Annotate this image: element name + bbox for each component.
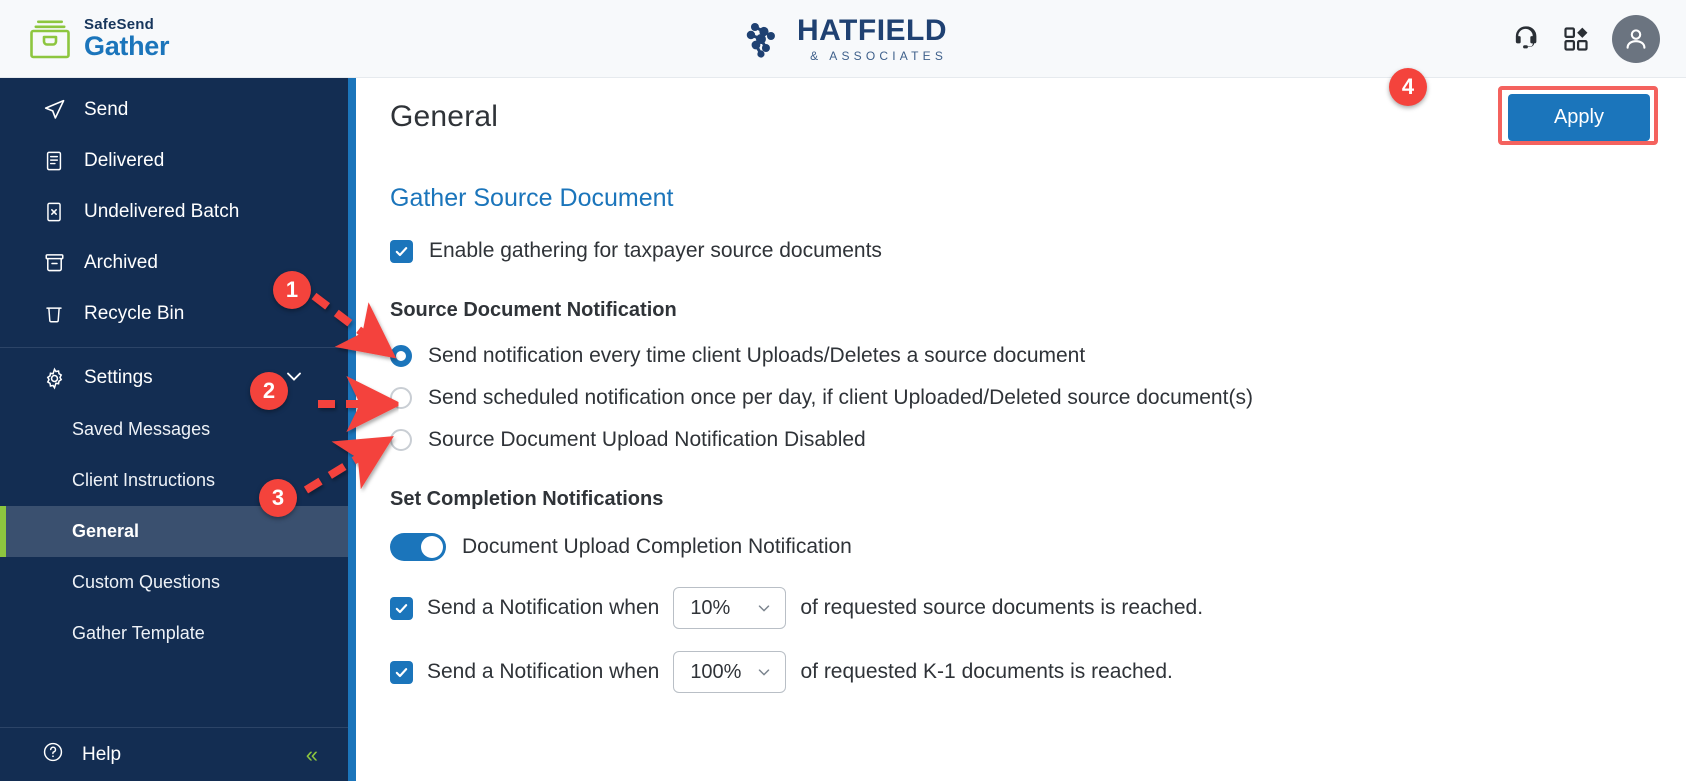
page-title: General <box>390 100 499 133</box>
sidebar-settings-label: Settings <box>84 367 153 388</box>
document-icon <box>42 150 66 172</box>
k1-documents-rule-checkbox[interactable] <box>390 660 413 684</box>
sidebar-item-label: Send <box>84 98 129 120</box>
radio-scheduled[interactable] <box>390 387 412 409</box>
chevron-down-icon <box>755 663 773 681</box>
sidebar-item-label: Delivered <box>84 149 165 171</box>
app-root: SafeSend Gather HATFIELD & ASSOCIATES Se… <box>0 0 1686 781</box>
notification-rule-source-documents: Send a Notification when 10% of requeste… <box>390 587 1646 629</box>
user-avatar[interactable] <box>1612 14 1660 63</box>
sidebar-item-label: Undelivered Batch <box>84 200 240 222</box>
source-documents-rule-checkbox[interactable] <box>390 596 413 620</box>
paper-plane-icon <box>42 98 66 121</box>
logo-line-safesend: SafeSend <box>84 16 154 33</box>
sidebar-item-saved-messages[interactable]: Saved Messages <box>0 404 348 455</box>
safesend-gather-logo[interactable]: SafeSend Gather <box>0 16 170 61</box>
k1-documents-rule-prefix: Send a Notification when <box>427 660 660 683</box>
radio-every-time[interactable] <box>390 345 412 367</box>
general-settings-panel: General Apply Gather Source Document Ena… <box>348 78 1686 781</box>
company-subtitle: & ASSOCIATES <box>810 48 948 63</box>
sidebar-item-settings[interactable]: Settings <box>0 352 348 404</box>
document-upload-completion-label: Document Upload Completion Notification <box>462 535 852 558</box>
gear-icon <box>42 367 66 390</box>
question-circle-icon <box>42 741 64 768</box>
set-completion-notifications-heading: Set Completion Notifications <box>390 488 664 510</box>
sidebar-item-help[interactable]: Help « <box>0 727 348 781</box>
company-branding: HATFIELD & ASSOCIATES <box>739 13 948 63</box>
inbox-icon <box>30 20 70 58</box>
sidebar-help-label: Help <box>82 743 122 765</box>
source-documents-rule-suffix: of requested source documents is reached… <box>800 596 1204 619</box>
notification-rule-k1-documents: Send a Notification when 100% of request… <box>390 651 1646 693</box>
apply-button[interactable]: Apply <box>1507 94 1650 141</box>
sidebar-item-archived[interactable]: Archived <box>0 237 348 288</box>
toggle-knob <box>421 536 443 558</box>
double-chevron-left-icon[interactable]: « <box>306 743 318 766</box>
sidebar-item-delivered[interactable]: Delivered <box>0 135 348 186</box>
app-body: Send Delivered Undelivered Batch Archive… <box>0 78 1686 781</box>
sidebar-subitem-label: Gather Template <box>72 623 205 643</box>
network-nodes-icon <box>746 22 775 58</box>
archive-box-icon <box>42 251 66 274</box>
sidebar-footer: Help « <box>0 727 348 781</box>
apps-grid-icon[interactable] <box>1562 25 1590 53</box>
sidebar-item-send[interactable]: Send <box>0 84 348 135</box>
logo-line-gather: Gather <box>84 31 170 61</box>
document-upload-completion-toggle[interactable] <box>390 533 446 561</box>
document-upload-completion-row[interactable]: Document Upload Completion Notification <box>390 533 1646 561</box>
radio-scheduled-label: Send scheduled notification once per day… <box>428 386 1253 409</box>
sidebar-item-custom-questions[interactable]: Custom Questions <box>0 557 348 608</box>
company-name: HATFIELD <box>796 13 948 47</box>
enable-gathering-label: Enable gathering for taxpayer source doc… <box>429 239 882 262</box>
sidebar-divider <box>0 347 348 348</box>
main-content: General Apply Gather Source Document Ena… <box>348 78 1686 781</box>
sidebar-item-label: Archived <box>84 251 158 273</box>
k1-documents-percent-value: 100% <box>690 660 742 683</box>
sidebar-item-label: Recycle Bin <box>84 302 185 324</box>
sidebar: Send Delivered Undelivered Batch Archive… <box>0 78 348 781</box>
radio-disabled-label: Source Document Upload Notification Disa… <box>428 428 866 451</box>
radio-row-scheduled[interactable]: Send scheduled notification once per day… <box>390 386 1646 410</box>
sidebar-item-gather-template[interactable]: Gather Template <box>0 608 348 659</box>
sidebar-item-general[interactable]: General <box>0 506 348 557</box>
k1-documents-percent-select[interactable]: 100% <box>673 651 787 693</box>
x-box-icon <box>42 201 66 223</box>
source-documents-percent-value: 10% <box>690 596 731 619</box>
radio-disabled[interactable] <box>390 429 412 451</box>
gather-source-document-heading: Gather Source Document <box>390 184 674 212</box>
sidebar-primary-nav: Send Delivered Undelivered Batch Archive… <box>0 78 348 339</box>
radio-every-time-label: Send notification every time client Uplo… <box>428 344 1086 367</box>
enable-gathering-row[interactable]: Enable gathering for taxpayer source doc… <box>390 239 1646 263</box>
header-actions <box>1511 14 1686 63</box>
radio-row-every-time[interactable]: Send notification every time client Uplo… <box>390 344 1646 368</box>
source-documents-percent-select[interactable]: 10% <box>673 587 787 629</box>
sidebar-item-undelivered-batch[interactable]: Undelivered Batch <box>0 186 348 237</box>
enable-gathering-checkbox[interactable] <box>390 239 413 263</box>
sidebar-subitem-label: General <box>72 521 140 541</box>
trash-icon <box>42 303 66 325</box>
source-document-notification-heading: Source Document Notification <box>390 299 677 321</box>
support-headset-icon[interactable] <box>1511 24 1540 53</box>
k1-documents-rule-suffix: of requested K-1 documents is reached. <box>800 660 1173 683</box>
sidebar-subitem-label: Client Instructions <box>72 470 216 490</box>
sidebar-subitem-label: Saved Messages <box>72 419 211 439</box>
sidebar-subitem-label: Custom Questions <box>72 572 221 592</box>
chevron-down-icon <box>755 599 773 617</box>
sidebar-item-recycle-bin[interactable]: Recycle Bin <box>0 288 348 339</box>
chevron-down-icon[interactable] <box>282 364 306 393</box>
app-header: SafeSend Gather HATFIELD & ASSOCIATES <box>0 0 1686 78</box>
radio-row-disabled[interactable]: Source Document Upload Notification Disa… <box>390 428 1646 452</box>
sidebar-item-client-instructions[interactable]: Client Instructions <box>0 455 348 506</box>
source-documents-rule-prefix: Send a Notification when <box>427 596 660 619</box>
